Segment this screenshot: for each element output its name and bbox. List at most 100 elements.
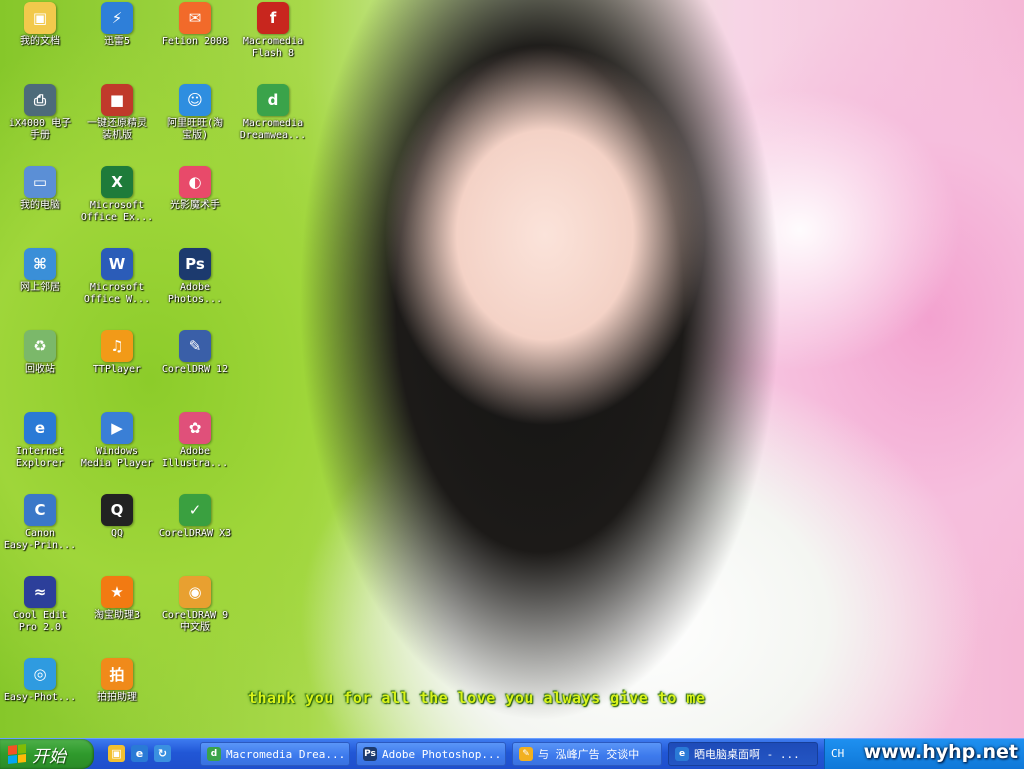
desktop-icon[interactable]: X Microsoft Office Ex... — [77, 166, 157, 224]
illustrator-icon: ✿ — [179, 412, 211, 444]
desktop-icon[interactable]: ◎ Easy-Phot... — [0, 658, 80, 704]
taskbar-button-label: Adobe Photoshop... — [382, 747, 502, 761]
desktop-icon-label: 我的文档 — [20, 36, 60, 47]
taskbar-button[interactable]: e 晒电脑桌面啊 - ... — [668, 742, 818, 766]
taskbar-button[interactable]: Ps Adobe Photoshop... — [356, 742, 506, 766]
desktop-icon[interactable]: Ps Adobe Photos... — [155, 248, 235, 306]
taskbar-button-label: 与 泓峰广告 交谈中 — [538, 748, 640, 761]
internet-explorer-icon: e — [24, 412, 56, 444]
desktop-icon[interactable]: ✓ CorelDRAW X3 — [155, 494, 235, 540]
desktop-icon[interactable]: e Internet Explorer — [0, 412, 80, 470]
wallpaper-caption: thank you for all the love you always gi… — [248, 689, 706, 707]
thunder-icon: ⚡ — [101, 2, 133, 34]
desktop-icon-label: Macromedia Flash 8 — [242, 36, 304, 59]
desktop-icon-label: Cool Edit Pro 2.0 — [12, 610, 68, 633]
desktop-icon-label: Internet Explorer — [15, 446, 65, 469]
desktop-icon-label: Fetion 2008 — [161, 36, 229, 47]
desktop-icon[interactable]: ▣ 我的文档 — [0, 2, 80, 48]
taskbar-button[interactable]: ✎ 与 泓峰广告 交谈中 — [512, 742, 662, 766]
desktop-icon-label: Adobe Photos... — [167, 282, 223, 305]
desktop-icon-label: Windows Media Player — [80, 446, 154, 469]
desktop-icon-label: 淘宝助理3 — [93, 610, 141, 621]
desktop-icon[interactable]: ✿ Adobe Illustra... — [155, 412, 235, 470]
flash-icon: f — [257, 2, 289, 34]
desktop-icon[interactable]: W Microsoft Office W... — [77, 248, 157, 306]
desktop-icon-label: 一键还原精灵 装机版 — [87, 118, 147, 141]
folder-documents-icon: ▣ — [24, 2, 56, 34]
paipai-helper-icon: 拍 — [101, 658, 133, 690]
desktop-icon[interactable]: ☺ 阿里旺旺(淘 宝版) — [155, 84, 235, 142]
desktop-icon-label: 迅雷5 — [103, 36, 131, 47]
printer-icon: ⎙ — [24, 84, 56, 116]
desktop-icon[interactable]: ✎ CorelDRW 12 — [155, 330, 235, 376]
start-button[interactable]: 开始 — [0, 739, 94, 769]
cool-edit-icon: ≈ — [24, 576, 56, 608]
desktop-icon[interactable]: ⚡ 迅雷5 — [77, 2, 157, 48]
desktop-icon-label: 光影魔术手 — [170, 200, 220, 211]
desktop-icon-label: 阿里旺旺(淘 宝版) — [166, 118, 224, 141]
desktop-icon-label: TTPlayer — [92, 364, 142, 375]
qq-penguin-icon: Q — [101, 494, 133, 526]
desktop-icon[interactable]: Q QQ — [77, 494, 157, 540]
coreldraw12-icon: ✎ — [179, 330, 211, 362]
internet-explorer-icon[interactable]: e — [131, 745, 148, 762]
desktop-icon-label: CorelDRAW X3 — [158, 528, 232, 539]
desktop-icon[interactable]: ≈ Cool Edit Pro 2.0 — [0, 576, 80, 634]
desktop-icon-label: 回收站 — [25, 364, 55, 375]
easy-photo-icon: ◎ — [24, 658, 56, 690]
photoshop-icon: Ps — [363, 747, 377, 761]
excel-icon: X — [101, 166, 133, 198]
desktop-icon[interactable]: ◐ 光影魔术手 — [155, 166, 235, 212]
desktop-icon[interactable]: f Macromedia Flash 8 — [233, 2, 313, 60]
desktop-icon[interactable]: ■ 一键还原精灵 装机版 — [77, 84, 157, 142]
desktop-icon[interactable]: ▶ Windows Media Player — [77, 412, 157, 470]
desktop-icon-label: Adobe Illustra... — [161, 446, 229, 469]
desktop-icon-label: 网上邻居 — [20, 282, 60, 293]
desktop-icon-label: 我的电脑 — [20, 200, 60, 211]
desktop-icon[interactable]: ✉ Fetion 2008 — [155, 2, 235, 48]
desktop-icon[interactable]: ▭ 我的电脑 — [0, 166, 80, 212]
taobao-helper-icon: ★ — [101, 576, 133, 608]
canon-print-icon: C — [24, 494, 56, 526]
desktop-icon[interactable]: ♻ 回收站 — [0, 330, 80, 376]
ttplayer-icon: ♫ — [101, 330, 133, 362]
dreamweaver-icon: d — [207, 747, 221, 761]
desktop-icon-label: Canon Easy-Prin... — [3, 528, 77, 551]
desktop-icon-label: Microsoft Office W... — [83, 282, 151, 305]
desktop-icon[interactable]: ⌘ 网上邻居 — [0, 248, 80, 294]
taskbar-button[interactable]: d Macromedia Drea... — [200, 742, 350, 766]
desktop-icon[interactable]: 拍拍拍助理 — [77, 658, 157, 704]
desktop-icon-label: QQ — [110, 528, 124, 539]
refresh-icon[interactable]: ↻ — [154, 745, 171, 762]
desktop-icon-label: CorelDRW 12 — [161, 364, 229, 375]
aliwangwang-icon: ☺ — [179, 84, 211, 116]
coreldraw9-icon: ◉ — [179, 576, 211, 608]
windows-flag-icon — [8, 744, 26, 764]
quick-launch: ▣ e ↻ — [108, 745, 171, 762]
dreamweaver-icon: d — [257, 84, 289, 116]
site-watermark: www.hyhp.net — [863, 741, 1018, 763]
desktop-icon[interactable]: ♫ TTPlayer — [77, 330, 157, 376]
desktop-icon-label: CorelDRAW 9 中文版 — [161, 610, 229, 633]
taskbar-button-label: 晒电脑桌面啊 - ... — [694, 748, 800, 761]
word-icon: W — [101, 248, 133, 280]
input-method-indicator[interactable]: CH — [831, 747, 844, 760]
desktop-icon[interactable]: ★ 淘宝助理3 — [77, 576, 157, 622]
media-player-icon: ▶ — [101, 412, 133, 444]
desktop-icon[interactable]: ⎙ iX4000 电子 手册 — [0, 84, 80, 142]
desktop-icon[interactable]: ◉ CorelDRAW 9 中文版 — [155, 576, 235, 634]
browser-window-icon: e — [675, 747, 689, 761]
desktop-icon-label: Macromedia Dreamwea... — [239, 118, 307, 141]
desktop-icon-label: 拍拍助理 — [97, 692, 137, 703]
desktop-icon[interactable]: d Macromedia Dreamwea... — [233, 84, 313, 142]
chat-icon: ✎ — [519, 747, 533, 761]
photo-magic-icon: ◐ — [179, 166, 211, 198]
network-icon: ⌘ — [24, 248, 56, 280]
desktop-icon-label: Microsoft Office Ex... — [80, 200, 154, 223]
desktop-icon[interactable]: C Canon Easy-Prin... — [0, 494, 80, 552]
coreldraw-x3-icon: ✓ — [179, 494, 211, 526]
show-desktop-icon[interactable]: ▣ — [108, 745, 125, 762]
fetion-icon: ✉ — [179, 2, 211, 34]
recycle-bin-icon: ♻ — [24, 330, 56, 362]
taskbar-button-label: Macromedia Drea... — [226, 747, 346, 761]
